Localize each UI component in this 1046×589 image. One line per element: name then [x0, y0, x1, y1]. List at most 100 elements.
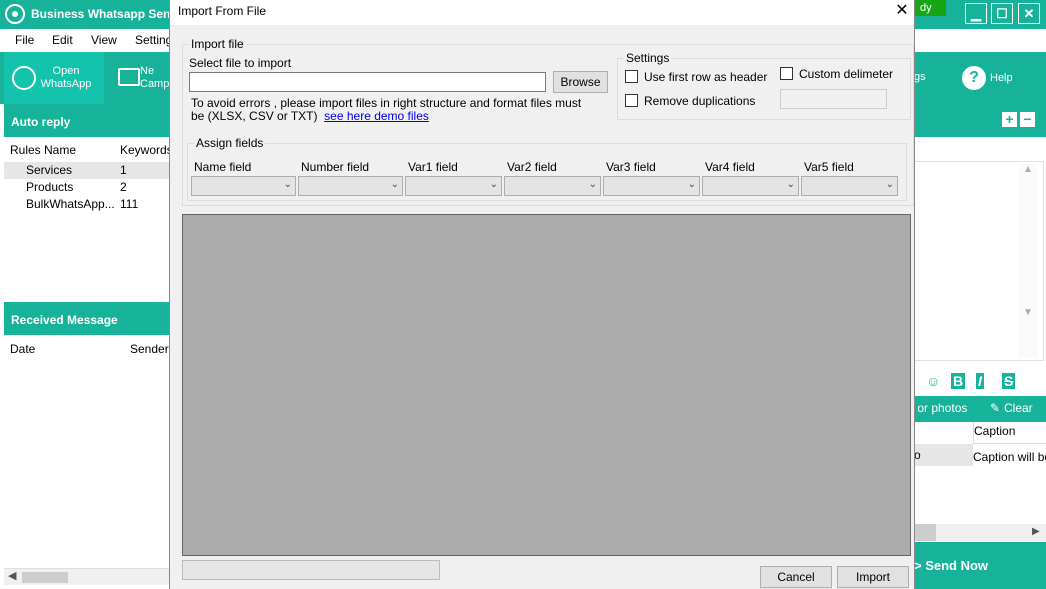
new-campaign-button[interactable]: Ne Camp — [110, 52, 170, 104]
italic-button[interactable]: I — [976, 373, 984, 389]
received-message-header: Received Message — [4, 302, 170, 335]
name-field-select[interactable]: ⌄ — [191, 176, 296, 196]
scrollbar-thumb[interactable] — [22, 572, 68, 583]
bold-button[interactable]: B — [951, 373, 966, 389]
menu-file[interactable]: File — [15, 33, 34, 47]
new-campaign-label: Ne Camp — [140, 65, 170, 90]
cancel-button[interactable]: Cancel — [760, 566, 832, 588]
file-path-input[interactable] — [189, 72, 546, 92]
var5-field-select[interactable]: ⌄ — [801, 176, 898, 196]
import-note-line2: be (XLSX, CSV or TXT) see here demo file… — [191, 109, 429, 123]
chevron-down-icon: ⌄ — [390, 179, 399, 190]
delimeter-input[interactable] — [780, 89, 887, 109]
horizontal-scrollbar[interactable]: ◀ — [4, 568, 170, 585]
broom-icon[interactable]: ✎ — [990, 401, 1000, 415]
column-date[interactable]: Date — [10, 342, 35, 356]
import-file-group-label: Import file — [189, 37, 246, 51]
horizontal-scrollbar[interactable]: ▶ — [914, 524, 1046, 541]
dialog-titlebar: Import From File ✕ — [170, 0, 914, 25]
chevron-down-icon: ⌄ — [786, 179, 795, 190]
scroll-left-icon[interactable]: ◀ — [8, 569, 16, 582]
menu-edit[interactable]: Edit — [52, 33, 73, 47]
remove-icon[interactable]: − — [1020, 112, 1035, 127]
open-whatsapp-label: Open WhatsApp — [40, 65, 92, 90]
column-caption[interactable]: Caption — [973, 422, 1046, 444]
menu-view[interactable]: View — [91, 33, 117, 47]
import-note-text: be (XLSX, CSV or TXT) — [191, 109, 318, 123]
rule-name: Services — [26, 163, 73, 177]
rule-keywords: 1 — [120, 163, 127, 177]
table-row[interactable]: Services 1 — [4, 162, 170, 179]
chevron-down-icon: ⌄ — [885, 179, 894, 190]
import-note-line1: To avoid errors , please import files in… — [191, 96, 582, 110]
var4-field-label: Var4 field — [705, 160, 755, 174]
import-dialog: Import From File ✕ Import file Select fi… — [169, 0, 915, 589]
right-panel-header: + − — [914, 104, 1046, 137]
minimize-button[interactable]: ▁ — [965, 3, 987, 24]
toolbar: Open WhatsApp Ne Camp — [0, 52, 170, 104]
browse-button[interactable]: Browse — [553, 71, 608, 93]
use-first-row-checkbox[interactable] — [625, 70, 638, 83]
rule-keywords: 111 — [120, 197, 139, 211]
table-row[interactable]: BulkWhatsApp... 111 — [4, 196, 170, 213]
scroll-right-icon[interactable]: ▶ — [1032, 526, 1040, 537]
table-cell[interactable]: o — [914, 444, 973, 466]
strikethrough-button[interactable]: S — [1002, 373, 1016, 389]
open-whatsapp-button[interactable]: Open WhatsApp — [4, 52, 104, 104]
custom-delimeter-label[interactable]: Custom delimeter — [799, 67, 893, 81]
var2-field-select[interactable]: ⌄ — [504, 176, 601, 196]
menu-settings[interactable]: Setting — [135, 33, 172, 47]
use-first-row-label[interactable]: Use first row as header — [644, 70, 767, 84]
data-preview-grid[interactable] — [182, 214, 911, 556]
format-bar: ☺ B I S — [914, 370, 1046, 394]
scrollbar-thumb[interactable] — [914, 524, 936, 541]
demo-files-link[interactable]: see here demo files — [324, 109, 429, 123]
clear-button[interactable]: Clear — [1004, 401, 1033, 415]
left-panel: Auto reply Rules Name Keywords Services … — [0, 104, 173, 589]
close-icon[interactable]: ✕ — [890, 0, 914, 22]
chevron-down-icon: ⌄ — [588, 179, 597, 190]
column-rules-name[interactable]: Rules Name — [10, 143, 76, 157]
remove-duplications-label[interactable]: Remove duplications — [644, 94, 755, 108]
photos-bar: s or photos ✎ Clear — [908, 396, 1046, 422]
close-button[interactable]: ✕ — [1018, 3, 1040, 24]
number-field-label: Number field — [301, 160, 370, 174]
dialog-title: Import From File — [178, 4, 267, 18]
settings-group-label: Settings — [624, 51, 672, 65]
table-row[interactable]: Products 2 — [4, 179, 170, 196]
help-icon[interactable]: ? — [962, 66, 986, 90]
column-keywords[interactable]: Keywords — [120, 143, 173, 157]
select-file-label: Select file to import — [189, 56, 292, 70]
photos-button[interactable]: s or photos — [908, 401, 967, 415]
maximize-button[interactable]: ☐ — [991, 3, 1013, 24]
chevron-down-icon: ⌄ — [283, 179, 292, 190]
menu-bar: File Edit View Setting — [0, 29, 172, 51]
vertical-scrollbar[interactable]: ▲ ▼ — [1019, 164, 1037, 358]
caption-cell[interactable]: Caption will be — [973, 444, 1046, 466]
caption-table: Caption o Caption will be — [914, 422, 1046, 526]
column-sender[interactable]: Sender — [130, 342, 169, 356]
var4-field-select[interactable]: ⌄ — [702, 176, 799, 196]
message-textarea[interactable]: ▲ ▼ — [914, 161, 1044, 361]
settings-button-label[interactable]: gs — [914, 71, 926, 83]
emoji-icon[interactable]: ☺ — [926, 373, 940, 389]
var5-field-label: Var5 field — [804, 160, 854, 174]
assign-fields-group-label: Assign fields — [194, 136, 266, 150]
import-button[interactable]: Import — [837, 566, 909, 588]
send-now-button[interactable]: > Send Now — [914, 542, 1046, 589]
var3-field-label: Var3 field — [606, 160, 656, 174]
var1-field-select[interactable]: ⌄ — [405, 176, 502, 196]
toolbar-right: gs ? Help — [914, 52, 1046, 104]
var3-field-select[interactable]: ⌄ — [603, 176, 700, 196]
chevron-down-icon: ⌄ — [489, 179, 498, 190]
number-field-select[interactable]: ⌄ — [298, 176, 403, 196]
add-icon[interactable]: + — [1002, 112, 1017, 127]
whatsapp-icon — [5, 4, 25, 24]
help-button-label[interactable]: Help — [990, 72, 1013, 84]
var2-field-label: Var2 field — [507, 160, 557, 174]
custom-delimeter-checkbox[interactable] — [780, 67, 793, 80]
remove-duplications-checkbox[interactable] — [625, 94, 638, 107]
rule-name: BulkWhatsApp... — [26, 197, 115, 211]
app-title: Business Whatsapp Sen — [31, 7, 171, 21]
var1-field-label: Var1 field — [408, 160, 458, 174]
